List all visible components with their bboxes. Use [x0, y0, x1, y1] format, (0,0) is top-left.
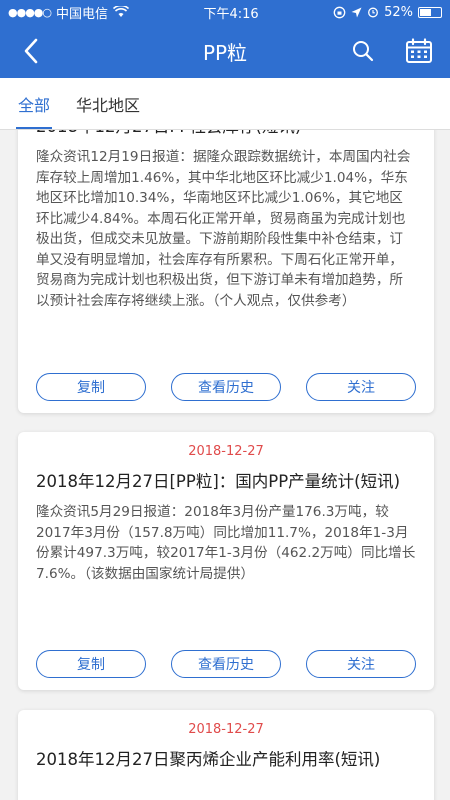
news-card: 2018-12-27 2018年12月27日聚丙烯企业产能利用率(短讯) — [18, 710, 434, 800]
status-right: 52% — [333, 5, 442, 20]
tab-all[interactable]: 全部 — [15, 78, 53, 129]
news-date: 2018-12-27 — [188, 722, 264, 737]
news-title[interactable]: 2018年12月27日PP社会库存(短讯) — [18, 130, 434, 139]
wifi-icon — [113, 6, 130, 17]
card-actions: 复制 查看历史 关注 — [18, 373, 434, 401]
calendar-icon — [406, 38, 432, 63]
follow-button[interactable]: 关注 — [306, 373, 416, 401]
battery-percent: 52% — [384, 4, 413, 20]
rotation-lock-icon — [333, 6, 346, 18]
copy-button[interactable]: 复制 — [36, 650, 146, 678]
news-body: 隆众资讯12月19日报道：据隆众跟踪数据统计，本周国内社会库存较上周增加1.46… — [36, 149, 411, 309]
calendar-button[interactable] — [402, 34, 436, 68]
nav-bar: PP粒 — [0, 24, 450, 78]
battery-icon — [418, 6, 442, 18]
back-arrow-icon — [24, 38, 38, 64]
news-title[interactable]: 2018年12月27日聚丙烯企业产能利用率(短讯) — [18, 737, 434, 772]
back-button[interactable] — [14, 34, 48, 68]
news-card: 2018-12-27 2018年12月27日[PP粒]：国内PP产量统计(短讯)… — [18, 432, 434, 690]
search-button[interactable] — [346, 34, 380, 68]
signal-icon: ●●●●○ — [8, 5, 52, 19]
card-actions: 复制 查看历史 关注 — [18, 650, 434, 678]
copy-button[interactable]: 复制 — [36, 373, 146, 401]
news-card: 2018年12月27日PP社会库存(短讯) 隆众资讯12月19日报道：据隆众跟踪… — [18, 130, 434, 413]
status-left: ●●●●○ 中国电信 — [8, 3, 130, 22]
location-icon — [351, 7, 362, 17]
view-history-button[interactable]: 查看历史 — [171, 650, 281, 678]
carrier-label: 中国电信 — [56, 6, 109, 22]
news-body: 隆众资讯5月29日报道：2018年3月份产量176.3万吨，较2017年3月份（… — [36, 504, 416, 582]
news-title[interactable]: 2018年12月27日[PP粒]：国内PP产量统计(短讯) — [18, 459, 434, 494]
news-feed[interactable]: 2018年12月27日PP社会库存(短讯) 隆众资讯12月19日报道：据隆众跟踪… — [0, 130, 450, 800]
nav-actions — [346, 34, 436, 68]
follow-button[interactable]: 关注 — [306, 650, 416, 678]
news-date: 2018-12-27 — [188, 444, 264, 459]
tab-north-china[interactable]: 华北地区 — [76, 78, 140, 129]
status-time: 下午4:16 — [203, 6, 259, 22]
alarm-icon — [368, 7, 379, 18]
view-history-button[interactable]: 查看历史 — [171, 373, 281, 401]
tab-bar: 全部 华北地区 — [0, 78, 450, 130]
search-icon — [353, 41, 374, 62]
status-bar: ●●●●○ 中国电信 下午4:16 52% — [0, 0, 450, 24]
